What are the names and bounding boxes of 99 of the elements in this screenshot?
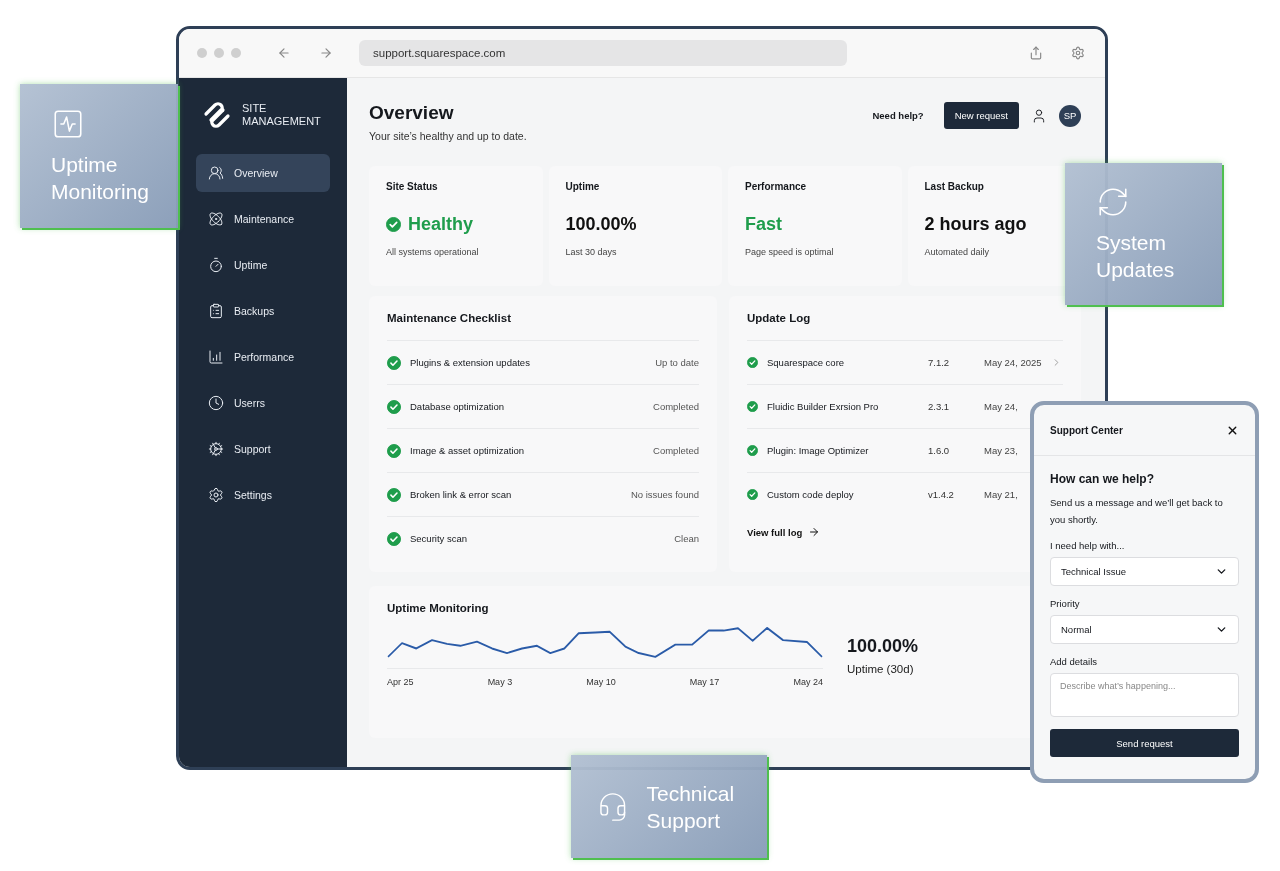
nav-item[interactable]: Settings [196, 476, 330, 514]
axis-label: May 24 [793, 677, 823, 687]
card-title: Update Log [747, 312, 811, 324]
task-label: Plugins & extension updates [410, 357, 531, 368]
arrow-right-icon [808, 526, 821, 538]
task-label: Security scan [410, 533, 469, 544]
update-name: Plugin: Image Optimizer [767, 445, 870, 456]
details-field[interactable]: Describe what’s happening... [1050, 673, 1239, 717]
nav-label: Performance [234, 351, 295, 363]
update-version: 1.6.0 [928, 445, 951, 456]
update-date: May 23, [984, 445, 1018, 456]
task-status: Completed [653, 401, 699, 412]
update-name: Squarespace core [767, 357, 846, 368]
nav-item[interactable]: Maintenance [196, 200, 330, 238]
task-status: Clean [674, 533, 699, 544]
task-label: Image & asset optimization [410, 445, 526, 456]
settings-button[interactable] [1069, 44, 1087, 62]
nav-label: Settings [234, 489, 272, 501]
update-date: May 24, 2025 [984, 357, 1042, 368]
feature-label: Technical Support [646, 780, 736, 834]
stat-label: Last Backup [924, 181, 985, 192]
nav-item[interactable]: Performance [196, 338, 330, 376]
stat-value: Fast [745, 214, 782, 235]
bar-chart-icon [208, 349, 224, 365]
stat-label: Performance [745, 181, 808, 192]
stat-value: Healthy [408, 214, 474, 235]
people-icon [208, 165, 224, 181]
task-status: Completed [653, 445, 699, 456]
nav-item[interactable]: Overview [196, 154, 330, 192]
select-field[interactable]: Technical Issue [1050, 557, 1239, 586]
update-date: May 24, [984, 401, 1018, 412]
axis-label: May 10 [586, 677, 616, 687]
task-label: Broken link & error scan [410, 489, 513, 500]
clock-icon [208, 395, 224, 411]
new-request-button[interactable]: New request [943, 102, 1019, 129]
field-label: I need help with... [1050, 540, 1126, 551]
nav-label: Support [234, 443, 271, 455]
axis-label: Apr 25 [387, 677, 414, 687]
cog-icon [208, 441, 224, 457]
stat-label: Uptime [565, 181, 601, 192]
window-dot[interactable] [214, 48, 224, 58]
window-dot[interactable] [231, 48, 241, 58]
card-title: Uptime Monitoring [387, 602, 489, 614]
stat-note: Page speed is optimal [745, 247, 835, 257]
nav-label: Maintenance [234, 213, 295, 225]
stat-value: 2 hours ago [924, 214, 1027, 235]
nav-item[interactable]: Userrs [196, 384, 330, 422]
nav-label: Uptime [234, 259, 268, 271]
feature-label: System Updates [1096, 230, 1176, 283]
nav-item[interactable]: Uptime [196, 246, 330, 284]
panel-title: Support Center [1050, 424, 1123, 436]
nav-label: Userrs [234, 397, 265, 409]
nav-label: Backups [234, 305, 275, 317]
axis-label: May 17 [689, 677, 720, 687]
update-version: 2.3.1 [928, 401, 951, 412]
card-title: Maintenance Checklist [387, 312, 511, 324]
task-label: Database optimization [410, 401, 505, 412]
page-subtitle: Your site’s healthy and up to date. [369, 130, 527, 142]
uptime-value: 100.00% [847, 636, 919, 657]
task-status: Up to date [655, 357, 699, 368]
stat-note: Automated daily [924, 247, 991, 257]
update-version: v1.4.2 [928, 489, 955, 500]
logo-icon [202, 100, 232, 130]
field-label: Priority [1050, 598, 1081, 609]
uptime-caption: Uptime (30d) [847, 663, 915, 675]
send-request-button[interactable]: Send request [1050, 729, 1239, 757]
panel-text: Send us a message and we’ll get back to you shortly. [1050, 496, 1224, 527]
select-field[interactable]: Normal [1050, 615, 1239, 644]
stat-value: 100.00% [565, 214, 637, 235]
settings-icon [208, 487, 224, 503]
avatar[interactable]: SP [1059, 104, 1081, 127]
update-date: May 21, [984, 489, 1018, 500]
update-name: Fluidic Builder Exrsion Pro [767, 401, 880, 412]
user-icon[interactable] [1031, 107, 1047, 124]
feature-label: Uptime Monitoring [51, 152, 151, 205]
address-bar[interactable]: support.squarespace.com [359, 40, 847, 66]
update-version: 7.1.2 [928, 357, 951, 368]
window-dot[interactable] [197, 48, 207, 58]
page-title: Overview [369, 102, 455, 124]
help-text: Need help? [872, 110, 924, 121]
nav-label: Overview [234, 167, 278, 179]
axis-label: May 3 [487, 677, 513, 687]
stat-note: Last 30 days [565, 247, 618, 257]
stat-label: Site Status [386, 181, 439, 192]
field-label: Add details [1050, 656, 1098, 667]
timer-icon [208, 257, 224, 273]
pulse-square-icon [51, 107, 85, 141]
task-status: No issues found [630, 489, 699, 500]
nav-item[interactable]: Support [196, 430, 330, 468]
settings-icon [1071, 46, 1085, 60]
atom-icon [208, 211, 224, 227]
clipboard-icon [208, 303, 224, 319]
stat-note: All systems operational [386, 247, 480, 257]
panel-heading: How can we help? [1050, 472, 1155, 486]
nav-item[interactable]: Backups [196, 292, 330, 330]
view-log-link[interactable]: View full log [747, 526, 821, 538]
brand-name: SITE MANAGEMENT [242, 102, 322, 128]
update-name: Custom code deploy [767, 489, 855, 500]
share-icon [1029, 46, 1043, 60]
